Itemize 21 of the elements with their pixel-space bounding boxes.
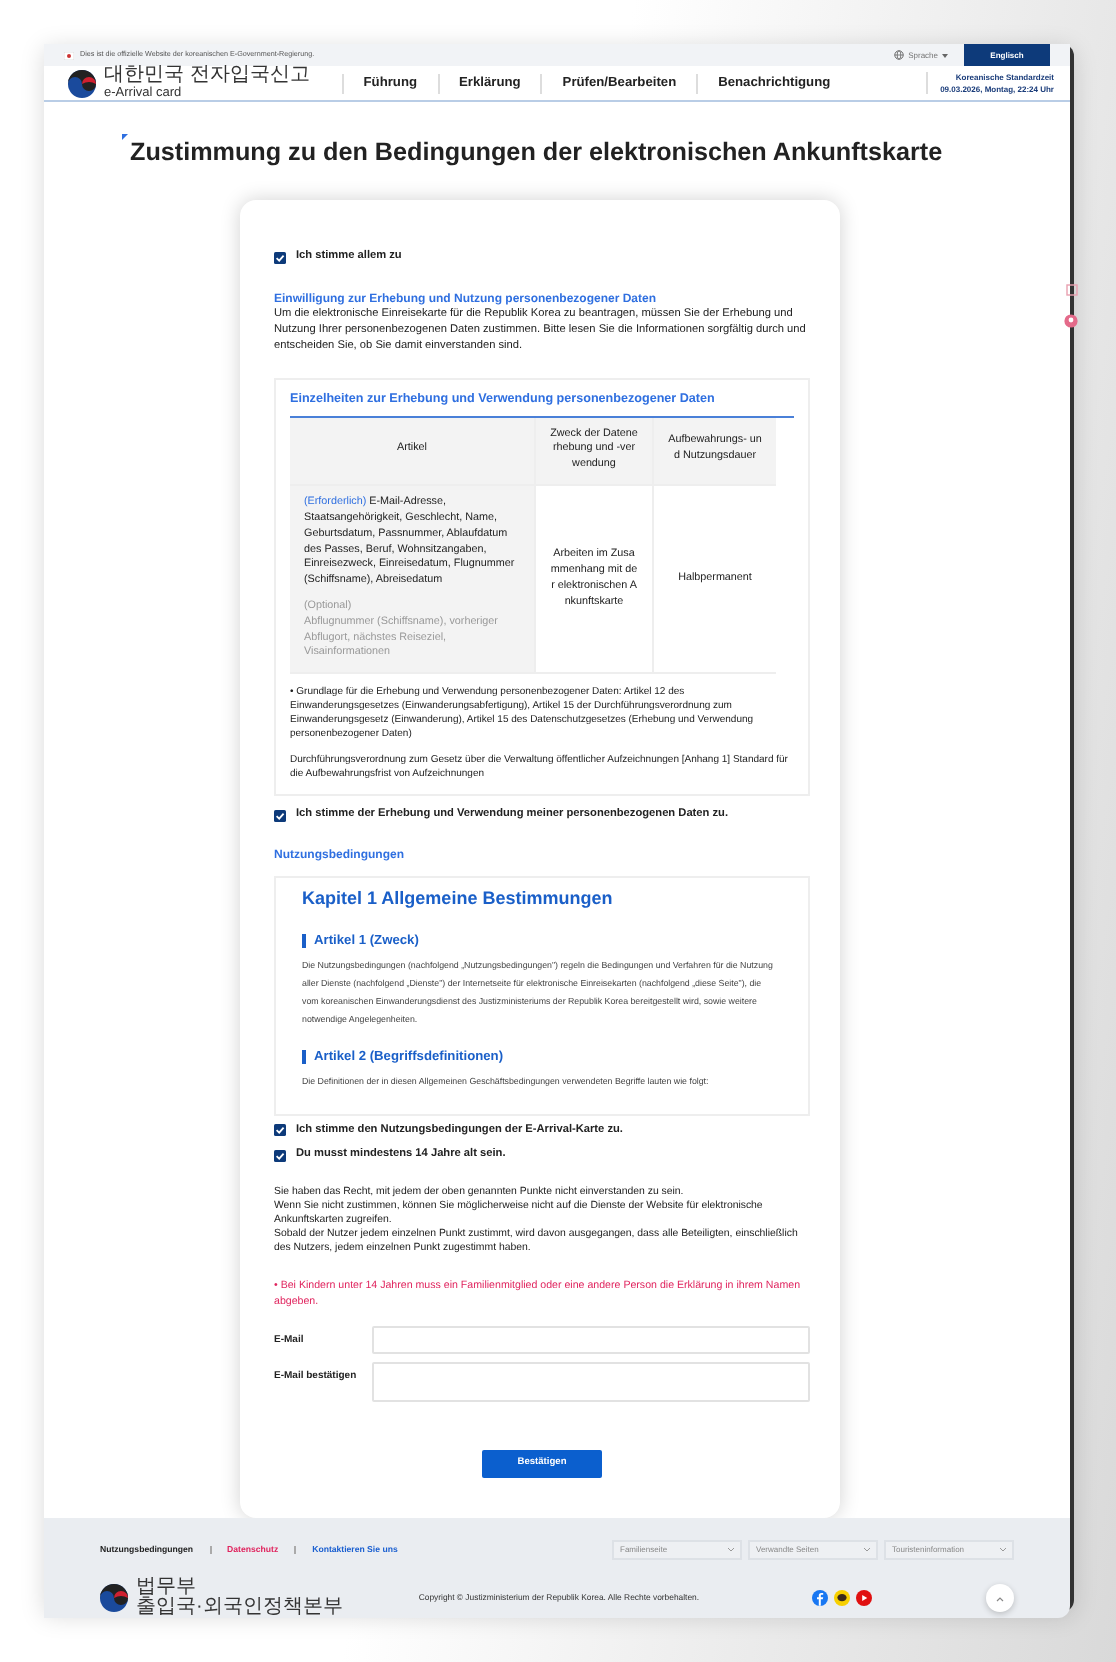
org-label: 법무부 xyxy=(136,1578,196,1599)
input-field[interactable] xyxy=(372,1362,810,1403)
input-field[interactable] xyxy=(372,1326,810,1355)
caret-icon xyxy=(942,53,948,57)
logo-icon xyxy=(68,69,96,98)
org-name: 출입국·외국인정책본부 xyxy=(136,1598,343,1619)
square-icon xyxy=(1066,284,1078,296)
logo-icon xyxy=(100,1584,128,1613)
chat-bubble-icon[interactable] xyxy=(833,1590,850,1607)
checkbox[interactable] xyxy=(274,810,286,823)
chapter-heading: Kapitel 1 Allgemeine Bestimmungen xyxy=(302,885,615,911)
title-mark-icon xyxy=(120,134,128,143)
checkbox[interactable] xyxy=(274,1124,286,1137)
chevron-up-icon xyxy=(996,1595,1004,1602)
page-title: Zustimmung zu den Bedingungen der elektronischen Ankunftskarte xyxy=(130,136,943,171)
play-icon[interactable] xyxy=(855,1590,872,1607)
facebook-icon[interactable] xyxy=(811,1590,828,1607)
checkbox[interactable] xyxy=(274,1150,286,1163)
checkbox[interactable] xyxy=(274,251,286,264)
logo-title[interactable]: 대한민국 전자입국신고 xyxy=(104,66,310,86)
globe-icon xyxy=(894,50,905,60)
